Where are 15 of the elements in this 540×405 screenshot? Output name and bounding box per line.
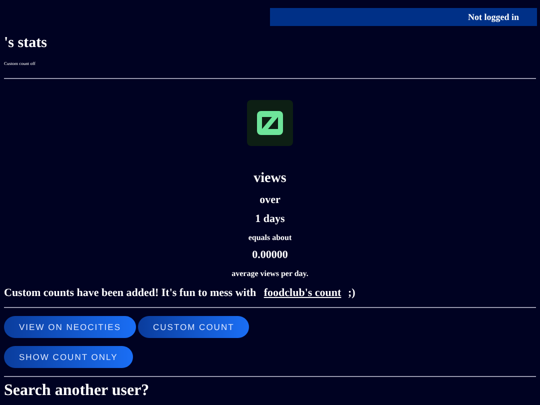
stat-text: equals about bbox=[248, 233, 292, 242]
site-logo-icon bbox=[247, 100, 293, 146]
login-status-bar: Not logged in bbox=[270, 8, 537, 26]
page-title: 's stats bbox=[4, 35, 48, 52]
stat-text: over bbox=[260, 194, 280, 206]
announcement-text: Custom counts have been added! It's fun to mess with foodclub's count ;) bbox=[4, 287, 356, 299]
stat-text: views bbox=[254, 171, 286, 187]
action-button[interactable]: VIEW ON NEOCITIES bbox=[4, 316, 136, 338]
count-link[interactable]: foodclub's count bbox=[264, 287, 342, 299]
stat-text: average views per day. bbox=[232, 269, 308, 278]
action-button[interactable]: CUSTOM COUNT bbox=[138, 316, 250, 338]
stat-text: 0.00000 bbox=[252, 249, 288, 261]
search-heading: Search another user? bbox=[4, 382, 150, 400]
stat-text: 1 days bbox=[255, 213, 285, 225]
action-button[interactable]: SHOW COUNT ONLY bbox=[4, 346, 133, 368]
